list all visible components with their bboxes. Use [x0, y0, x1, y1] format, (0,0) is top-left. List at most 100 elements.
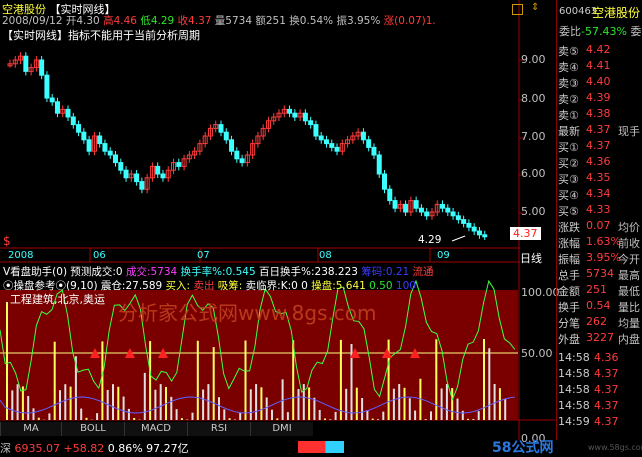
tab-ma[interactable]: MA [0, 422, 61, 436]
candle-body [471, 226, 477, 232]
ind-tick: 100.00 [521, 286, 560, 299]
candle-body [287, 108, 293, 114]
indicator-bar [271, 409, 273, 420]
tab-boll[interactable]: BOLL [61, 422, 124, 436]
tick-row: 14:59 4.37 [558, 415, 619, 428]
low-price-marker: 4.29 [418, 234, 442, 246]
candle-body [234, 150, 240, 160]
watermark-text: 分析家公式网www.8gs.com [118, 301, 377, 325]
indicator-bar [334, 411, 337, 420]
tab-rsi[interactable]: RSI [187, 422, 250, 436]
market-breadth-bar [298, 441, 344, 453]
indicator-bar [398, 384, 401, 420]
price-tick: 5.00 [521, 205, 546, 218]
time-tick: 07 [197, 250, 210, 261]
candle-body [450, 211, 456, 217]
stat-row: 涨幅 1.63% 前收 [558, 235, 640, 250]
indicator-bar [371, 418, 374, 420]
candle-body [70, 116, 76, 126]
sell-row[interactable]: 卖③ 4.40 [556, 75, 642, 90]
indicator-bar [424, 419, 427, 420]
time-tick: 09 [437, 250, 450, 261]
watermark-url: www.58gs.com [588, 443, 642, 452]
index-name: 深 [0, 442, 11, 455]
indicator-bar [345, 388, 348, 420]
indicator-bar [149, 341, 152, 420]
price-tick: 8.00 [521, 92, 546, 105]
candle-body [155, 165, 161, 175]
buy-row[interactable]: 买④ 4.34 [556, 187, 642, 202]
price-tick: 9.00 [521, 53, 546, 66]
index-pct: 0.86% [107, 442, 143, 455]
index-change: +58.82 [63, 442, 105, 455]
indicator-bar [451, 388, 454, 420]
candle-body [424, 211, 430, 217]
buy-row[interactable]: 买② 4.36 [556, 155, 642, 170]
indicator-bar [32, 408, 35, 420]
candle-body [371, 146, 377, 156]
watermark-logo: 58公式网 [492, 440, 554, 456]
indicator-bar [302, 384, 305, 420]
candle-body [134, 173, 140, 183]
candle-body [318, 135, 324, 141]
buy-row[interactable]: 买① 4.37 [556, 139, 642, 154]
indicator-bar [493, 384, 496, 420]
candle-body [239, 158, 245, 164]
indicator-bar [408, 398, 411, 420]
candle-body [49, 97, 55, 103]
low-value: 低4.29 [140, 15, 175, 27]
indicator-bar [80, 408, 83, 420]
indicator-bar [127, 408, 130, 420]
indicator-bar [297, 389, 300, 420]
sell-row[interactable]: 卖① 4.38 [556, 107, 642, 122]
indicator-name[interactable]: V看盘助手(0) 预测成交:0 [3, 266, 123, 278]
candle-body [44, 74, 50, 99]
sell-row[interactable]: 卖⑤ 4.42 [556, 43, 642, 58]
current-price-tag: 4.37 [510, 227, 541, 240]
indicator-bar [361, 398, 364, 420]
candle-body [329, 143, 335, 148]
window-icon[interactable] [512, 4, 523, 15]
quote-stock-name: 空港股份 [592, 6, 641, 20]
indicator-bar [64, 384, 67, 420]
indicator-bar [329, 419, 332, 420]
tab-macd[interactable]: MACD [124, 422, 187, 436]
close-value: 收4.37 [177, 15, 212, 27]
latest-row[interactable]: 最新 4.37 现手 [556, 123, 642, 138]
candle-body [334, 146, 340, 152]
dollar-icon: $ [3, 234, 11, 248]
arrow-icon[interactable]: ⇕ [531, 2, 539, 13]
indicator-bar [276, 418, 279, 420]
indicator-bar [159, 384, 162, 420]
time-tick: 06 [93, 250, 106, 261]
candle-body [376, 154, 382, 175]
tick-row: 14:58 4.36 [558, 351, 619, 364]
candle-body [360, 131, 366, 141]
indicator-bar [260, 387, 263, 420]
candle-body [160, 173, 166, 179]
indicator-bar [461, 410, 464, 420]
period-label[interactable]: 日线 [520, 250, 542, 266]
sell-row[interactable]: 卖② 4.39 [556, 91, 642, 106]
indicator-bar [498, 388, 501, 420]
indicator-bar [59, 390, 61, 420]
indicator-bar [85, 417, 88, 420]
candle-body [466, 222, 472, 228]
buy-row[interactable]: 买③ 4.35 [556, 171, 642, 186]
candle-body [392, 200, 398, 209]
candle-body [102, 143, 108, 152]
tab-dmi[interactable]: DMI [250, 422, 313, 436]
sell-row[interactable]: 卖④ 4.41 [556, 59, 642, 74]
stat-row: 振幅 3.95% 今开 [558, 251, 640, 266]
price-tick: 6.00 [521, 167, 546, 180]
indicator-bar [207, 384, 210, 420]
indicator-bar [286, 412, 289, 420]
indicator-bar [382, 411, 385, 420]
indicator-bar [445, 384, 448, 420]
candle-body [445, 207, 451, 213]
indicator-bar [101, 341, 104, 420]
candle-body [292, 112, 298, 118]
candle-body [382, 173, 388, 190]
candle-body [81, 131, 87, 141]
buy-row[interactable]: 买⑤ 4.33 [556, 203, 642, 218]
